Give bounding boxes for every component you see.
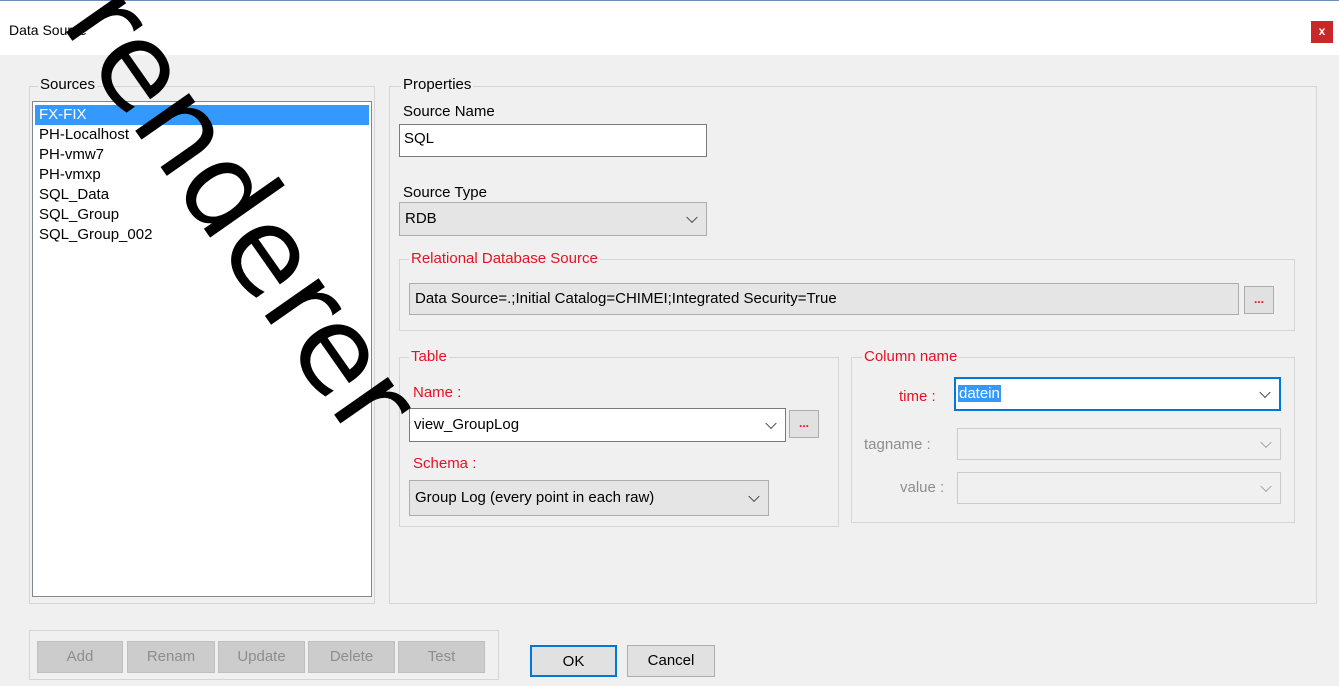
cancel-button[interactable]: Cancel: [627, 645, 715, 677]
value-label: value :: [900, 479, 945, 496]
connection-browse-button[interactable]: ...: [1244, 286, 1274, 314]
source-type-label: Source Type: [403, 184, 487, 201]
source-name-label: Source Name: [403, 103, 495, 120]
ok-button[interactable]: OK: [530, 645, 617, 677]
rename-button[interactable]: Renam: [127, 641, 215, 673]
time-label: time :: [899, 388, 936, 405]
table-name-select[interactable]: view_GroupLog: [409, 408, 786, 442]
chevron-down-icon: [1260, 436, 1272, 449]
source-type-value: RDB: [405, 210, 437, 227]
value-select[interactable]: [957, 472, 1281, 504]
chevron-down-icon: [1259, 386, 1271, 399]
schema-label: Schema :: [413, 455, 477, 472]
source-type-select[interactable]: RDB: [399, 202, 707, 236]
table-name-value: view_GroupLog: [414, 416, 520, 433]
table-browse-button[interactable]: ...: [789, 410, 819, 438]
tagname-select[interactable]: [957, 428, 1281, 460]
schema-select[interactable]: Group Log (every point in each raw): [409, 480, 769, 516]
update-button[interactable]: Update: [218, 641, 305, 673]
chevron-down-icon: [765, 417, 777, 430]
connection-string-field[interactable]: Data Source=.;Initial Catalog=CHIMEI;Int…: [409, 283, 1239, 315]
properties-legend: Properties: [401, 76, 474, 94]
time-value: datein: [958, 385, 1001, 402]
test-button[interactable]: Test: [398, 641, 485, 673]
column-legend: Column name: [862, 348, 960, 366]
chevron-down-icon: [1260, 480, 1272, 493]
chevron-down-icon: [686, 211, 698, 224]
source-name-input[interactable]: SQL: [399, 124, 707, 157]
rdb-legend: Relational Database Source: [409, 250, 600, 268]
chevron-down-icon: [748, 490, 760, 503]
tagname-label: tagname :: [864, 436, 931, 453]
delete-button[interactable]: Delete: [308, 641, 395, 673]
time-select[interactable]: datein: [954, 377, 1281, 411]
close-button[interactable]: x: [1311, 21, 1333, 43]
add-button[interactable]: Add: [37, 641, 123, 673]
schema-value: Group Log (every point in each raw): [415, 489, 655, 506]
